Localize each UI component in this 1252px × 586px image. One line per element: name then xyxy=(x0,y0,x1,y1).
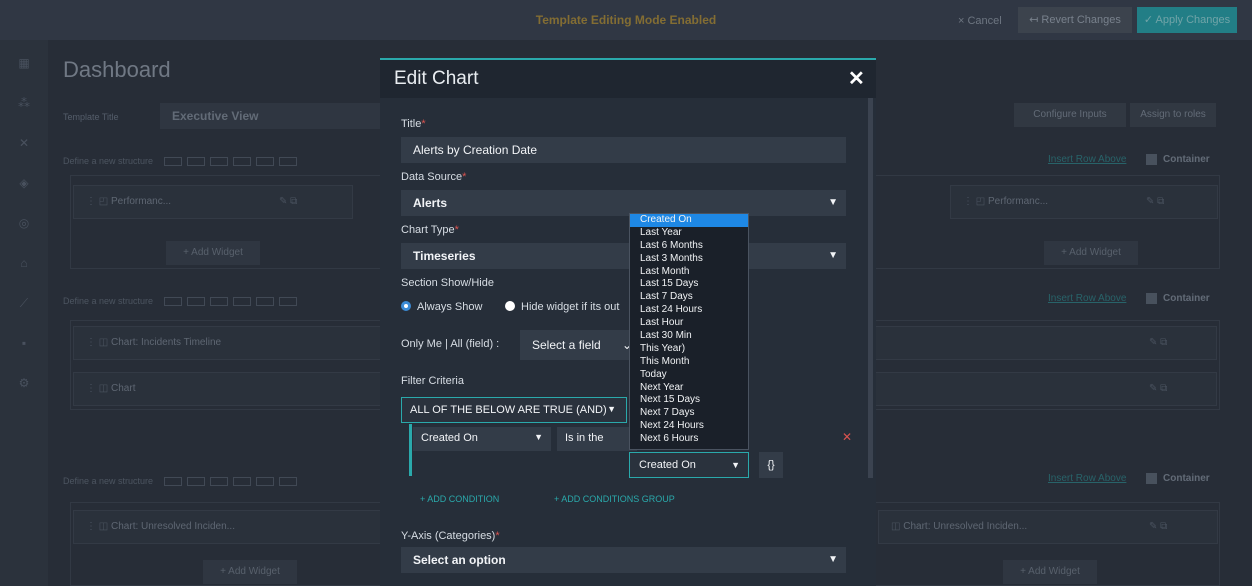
modal-title: Edit Chart xyxy=(394,68,479,89)
field-select[interactable]: Select a field ⌄ xyxy=(520,330,638,360)
dropdown-option[interactable]: Today xyxy=(630,369,748,382)
dropdown-option[interactable]: Last 3 Months xyxy=(630,253,748,266)
chevron-down-icon: ▼ xyxy=(828,250,838,261)
chart-type-select[interactable]: Timeseries ▼ xyxy=(401,243,846,269)
dropdown-option[interactable]: Next Year xyxy=(630,382,748,395)
yaxis-select[interactable]: Select an option ▼ xyxy=(401,547,846,573)
modal-header: Edit Chart ✕ xyxy=(380,60,876,98)
condition-operator-select[interactable]: Is in the xyxy=(557,427,637,451)
edit-chart-modal: Edit Chart ✕ Title* Alerts by Creation D… xyxy=(380,58,876,586)
value-dropdown-list: Created On Last Year Last 6 Months Last … xyxy=(629,213,749,450)
close-icon[interactable]: ✕ xyxy=(848,66,865,91)
title-input[interactable]: Alerts by Creation Date xyxy=(401,137,846,163)
chart-type-label: Chart Type* xyxy=(401,224,459,236)
data-source-select[interactable]: Alerts ▼ xyxy=(401,190,846,216)
title-label: Title* xyxy=(401,118,426,130)
dropdown-option[interactable]: Last 15 Days xyxy=(630,278,748,291)
dropdown-option[interactable]: This Year) xyxy=(630,343,748,356)
only-me-label: Only Me | All (field) : xyxy=(401,338,500,350)
chevron-down-icon: ▼ xyxy=(607,404,616,414)
add-conditions-group-button[interactable]: + ADD CONDITIONS GROUP xyxy=(554,494,675,504)
dropdown-option[interactable]: Last Year xyxy=(630,227,748,240)
condition-value-select[interactable]: Created On ▼ xyxy=(629,452,749,478)
filter-criteria-label: Filter Criteria xyxy=(401,375,464,387)
chevron-down-icon: ▼ xyxy=(534,432,543,442)
section-label: Section Show/Hide xyxy=(401,277,494,289)
condition-group-bar xyxy=(409,424,412,476)
remove-condition-icon[interactable]: ✕ xyxy=(842,430,852,444)
radio-icon[interactable] xyxy=(505,301,515,311)
chevron-down-icon: ▼ xyxy=(828,554,838,565)
dropdown-option[interactable]: Last 6 Months xyxy=(630,240,748,253)
hide-widget-radio[interactable]: Hide widget if its out xyxy=(505,301,619,313)
expression-button[interactable]: {} xyxy=(759,452,783,478)
dropdown-option[interactable]: Next 24 Hours xyxy=(630,420,748,433)
add-condition-button[interactable]: + ADD CONDITION xyxy=(420,494,499,504)
dropdown-option[interactable]: This Month xyxy=(630,356,748,369)
logic-select[interactable]: ALL OF THE BELOW ARE TRUE (AND) ▼ xyxy=(401,397,627,423)
dropdown-option[interactable]: Last 24 Hours xyxy=(630,304,748,317)
dropdown-option[interactable]: Last 30 Min xyxy=(630,330,748,343)
yaxis-label: Y-Axis (Categories)* xyxy=(401,530,500,542)
dropdown-option[interactable]: Last Month xyxy=(630,266,748,279)
scrollbar[interactable] xyxy=(868,98,873,478)
always-show-radio[interactable]: Always Show xyxy=(401,301,482,313)
dropdown-option[interactable]: Next 6 Hours xyxy=(630,433,748,446)
condition-field-select[interactable]: Created On ▼ xyxy=(413,427,551,451)
data-source-label: Data Source* xyxy=(401,171,467,183)
chevron-down-icon: ▼ xyxy=(731,460,740,470)
radio-selected-icon[interactable] xyxy=(401,301,411,311)
chevron-down-icon: ▼ xyxy=(828,197,838,208)
dropdown-option[interactable]: Last Hour xyxy=(630,317,748,330)
dropdown-option[interactable]: Next 15 Days xyxy=(630,394,748,407)
dropdown-option[interactable]: Created On xyxy=(630,214,748,227)
dropdown-option[interactable]: Last 7 Days xyxy=(630,291,748,304)
dropdown-option[interactable]: Next 7 Days xyxy=(630,407,748,420)
